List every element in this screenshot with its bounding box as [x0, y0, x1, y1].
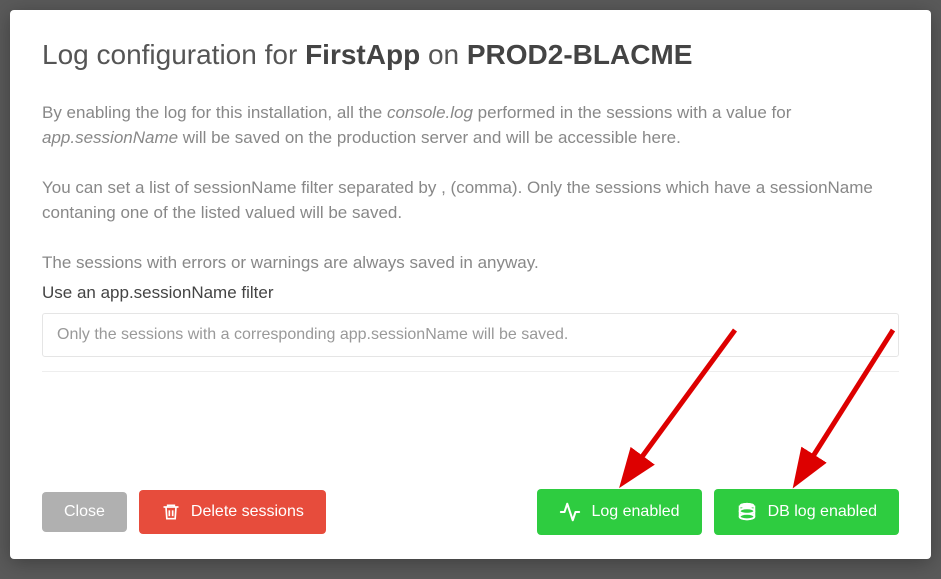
log-enabled-label: Log enabled	[591, 504, 679, 520]
title-on: on	[420, 39, 467, 70]
title-prefix: Log configuration for	[42, 39, 305, 70]
database-icon	[736, 501, 758, 523]
footer-separator	[42, 371, 899, 372]
activity-icon	[559, 501, 581, 523]
description-1: By enabling the log for this installatio…	[42, 100, 899, 151]
filter-input-wrap	[42, 313, 899, 357]
db-log-enabled-label: DB log enabled	[768, 504, 877, 520]
description-3: The sessions with errors or warnings are…	[42, 250, 899, 276]
filter-label: Use an app.sessionName filter	[42, 283, 899, 303]
delete-sessions-button[interactable]: Delete sessions	[139, 490, 326, 534]
modal-title: Log configuration for FirstApp on PROD2-…	[42, 38, 899, 72]
description-2: You can set a list of sessionName filter…	[42, 175, 899, 226]
delete-sessions-label: Delete sessions	[191, 504, 304, 520]
title-app: FirstApp	[305, 39, 420, 70]
db-log-enabled-button[interactable]: DB log enabled	[714, 489, 899, 535]
log-enabled-button[interactable]: Log enabled	[537, 489, 701, 535]
trash-icon	[161, 502, 181, 522]
title-server: PROD2-BLACME	[467, 39, 693, 70]
modal-footer: Close Delete sessions Log enabled	[42, 489, 899, 535]
session-name-filter-input[interactable]	[57, 326, 884, 344]
close-button-label: Close	[64, 504, 105, 520]
close-button[interactable]: Close	[42, 492, 127, 532]
log-config-modal: Log configuration for FirstApp on PROD2-…	[10, 10, 931, 559]
